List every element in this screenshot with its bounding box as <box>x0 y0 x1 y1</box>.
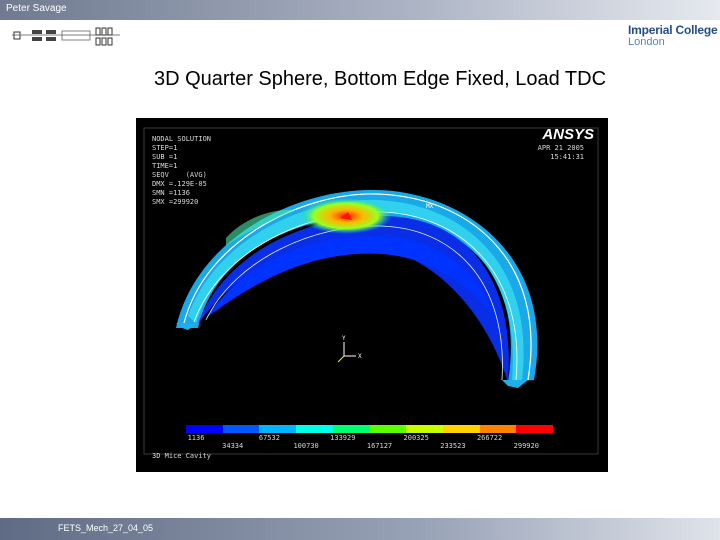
legend-swatch <box>442 425 480 433</box>
legend-value-label: 299920 <box>513 442 539 450</box>
info-line: SMX =299920 <box>152 198 199 206</box>
author-name: Peter Savage <box>6 3 67 14</box>
legend-swatch <box>332 425 370 433</box>
legend-swatch <box>406 425 443 433</box>
plot-date: APR 21 2005 <box>537 144 584 152</box>
info-line: TIME=1 <box>152 162 178 170</box>
info-line: SMN =1136 <box>152 189 190 197</box>
legend-swatch <box>186 425 223 433</box>
legend-value-label: 133929 <box>330 434 356 442</box>
info-line: SUB =1 <box>152 153 178 161</box>
info-line: SEQV (AVG) <box>152 171 207 179</box>
legend-swatch <box>259 425 297 433</box>
group-logo-graphic <box>12 26 120 48</box>
legend-swatch <box>296 425 333 433</box>
legend-value-label: 233523 <box>440 442 466 450</box>
plot-caption: 3D Mice Cavity <box>152 452 212 460</box>
info-line: NODAL SOLUTION <box>152 135 212 143</box>
legend-swatch <box>369 425 407 433</box>
ansys-logo: ANSYS <box>542 126 594 143</box>
legend-value-label: 266722 <box>476 434 503 442</box>
info-line: DMX =.129E-05 <box>152 180 207 188</box>
logo-line-1: Imperial College <box>628 23 718 37</box>
footer-text: FETS_Mech_27_04_05 <box>58 523 154 533</box>
plot-time: 15:41:31 <box>550 153 584 161</box>
info-line: STEP=1 <box>152 144 178 152</box>
max-marker-label: MX <box>426 203 434 210</box>
legend-value-label: 67532 <box>258 434 280 442</box>
legend-value-label: 1136 <box>187 434 205 442</box>
legend-value-label: 34334 <box>222 442 244 450</box>
legend-swatch <box>479 425 517 433</box>
legend-color-bar <box>186 425 554 433</box>
legend-swatch <box>222 425 260 433</box>
axis-x-label: X <box>358 353 362 360</box>
top-bar: Peter Savage <box>0 0 720 20</box>
slide-title: 3D Quarter Sphere, Bottom Edge Fixed, Lo… <box>153 68 607 90</box>
plot-datetime: APR 21 2005 15:41:31 <box>538 144 584 162</box>
fea-plot: Y X NODAL SOLUTION STEP=1 SUB =1 TIME=1 … <box>136 118 608 472</box>
imperial-college-logo: Imperial College London <box>628 24 718 48</box>
bottom-bar: FETS_Mech_27_04_05 <box>0 518 720 540</box>
legend-swatch <box>516 425 554 433</box>
logo-line-2: London <box>628 36 665 48</box>
legend-value-label: 100730 <box>293 442 319 450</box>
legend-value-label: 167127 <box>366 442 393 450</box>
legend-value-label: 200325 <box>403 434 429 442</box>
solution-info: NODAL SOLUTION STEP=1 SUB =1 TIME=1 SEQV… <box>152 135 211 207</box>
axis-y-label: Y <box>342 335 346 342</box>
